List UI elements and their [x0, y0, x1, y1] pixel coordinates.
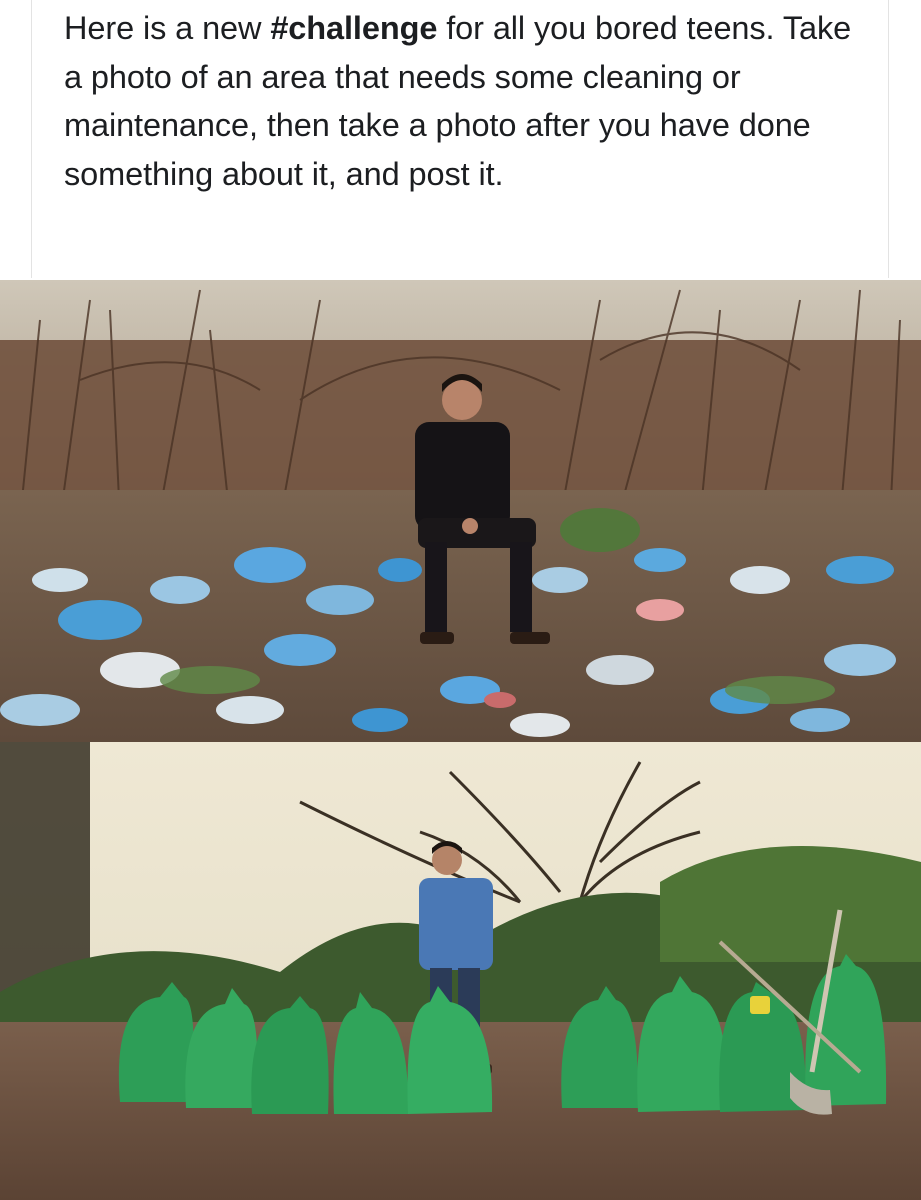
post-caption-card: Here is a new #challenge for all you bor… [31, 0, 889, 278]
before-photo-scene [0, 280, 921, 742]
caption-intro: Here is a new [64, 10, 271, 46]
gloves [750, 996, 770, 1014]
before-photo [0, 280, 921, 742]
after-photo [0, 742, 921, 1200]
after-photo-scene [0, 742, 921, 1200]
hashtag-link[interactable]: #challenge [270, 10, 437, 46]
post-caption: Here is a new #challenge for all you bor… [64, 4, 874, 198]
